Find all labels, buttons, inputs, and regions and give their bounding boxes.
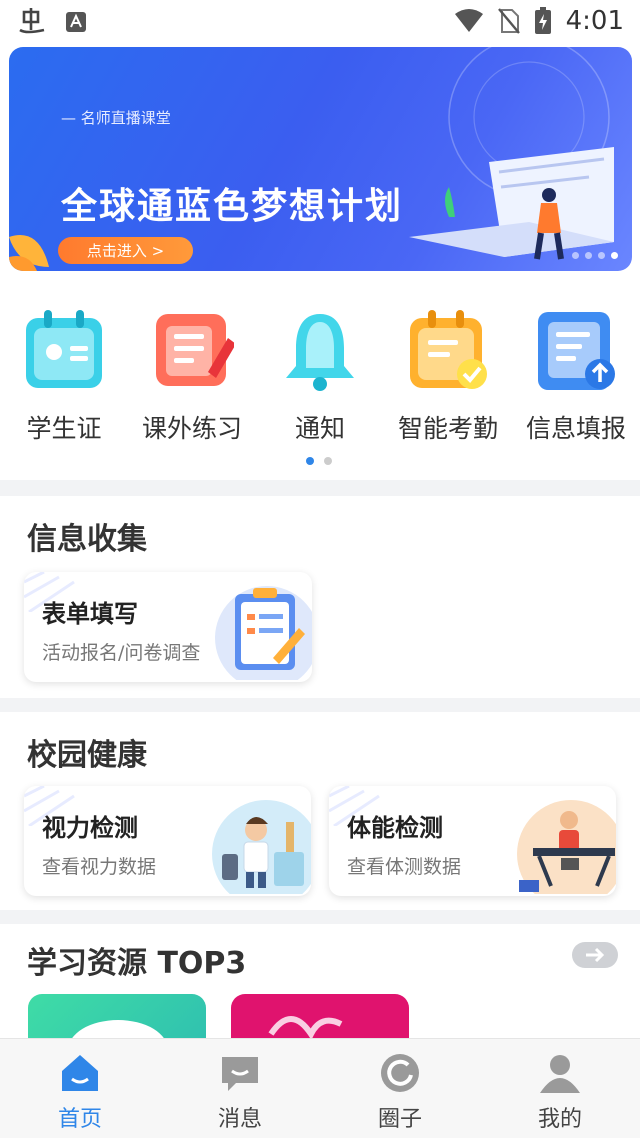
card-title: 视力检测	[42, 814, 138, 842]
fitness-test-card[interactable]: 体能检测 查看体测数据	[329, 786, 616, 896]
laptop-illustration	[409, 47, 614, 260]
info-upload-icon	[538, 312, 615, 390]
banner-enter-button[interactable]: 点击进入 >	[58, 237, 193, 264]
card-title: 表单填写	[42, 600, 138, 628]
tab-label: 消息	[217, 1107, 262, 1132]
vision-test-card[interactable]: 视力检测 查看视力数据	[24, 786, 311, 896]
card-subtitle: 查看体测数据	[347, 856, 462, 878]
section-title: 信息收集	[27, 522, 147, 557]
pager-dot	[324, 457, 332, 465]
store-notification-icon	[66, 12, 86, 32]
app-notification-icon	[19, 8, 45, 34]
bottom-tab-bar: 首页 消息 圈子 我的	[0, 1038, 640, 1138]
profile-icon	[540, 1055, 580, 1093]
tab-label: 我的	[537, 1107, 582, 1132]
quick-menu-student-id[interactable]: 学生证	[0, 308, 128, 445]
exercise-icon	[156, 314, 236, 386]
quick-menu-label: 学生证	[26, 414, 102, 443]
card-title: 体能检测	[347, 814, 443, 842]
quick-menu-pager	[306, 457, 332, 465]
quick-menu-label: 智能考勤	[397, 414, 498, 443]
info-collect-section: 信息收集 表单填写 活动报名/问卷调查	[0, 496, 640, 698]
wifi-icon	[454, 9, 483, 32]
pager-dot	[572, 252, 579, 259]
home-icon	[62, 1055, 98, 1091]
card-subtitle: 活动报名/问卷调查	[42, 642, 201, 664]
fitness-illustration	[517, 800, 616, 894]
tab-messages[interactable]: 消息	[160, 1039, 320, 1138]
clock: 4:01	[565, 6, 624, 36]
quick-menu-label: 通知	[294, 414, 345, 443]
tab-label: 首页	[57, 1107, 102, 1132]
quick-menu-label: 课外练习	[141, 414, 242, 443]
quick-menu-label: 信息填报	[525, 414, 626, 443]
tab-circle[interactable]: 圈子	[320, 1039, 480, 1138]
quick-menu-exercise[interactable]: 课外练习	[128, 308, 256, 445]
leaf-decoration	[9, 235, 49, 271]
message-icon	[222, 1057, 258, 1091]
quick-menu-info-upload[interactable]: 信息填报	[512, 308, 640, 445]
more-arrow-button[interactable]	[572, 942, 618, 968]
pager-dot	[585, 252, 592, 259]
quick-menu: 学生证 课外练习 通知 智能考勤 信息填报	[0, 308, 640, 448]
quick-menu-notice[interactable]: 通知	[256, 308, 384, 445]
no-sim-icon	[497, 8, 520, 34]
pager-dot-active	[611, 252, 618, 259]
card-subtitle: 查看视力数据	[42, 856, 157, 878]
banner-title: 全球通蓝色梦想计划	[61, 186, 404, 227]
section-title: 校园健康	[27, 738, 147, 773]
arrow-right-icon	[586, 947, 605, 963]
clipboard-illustration	[215, 586, 312, 680]
banner-pager	[572, 252, 618, 259]
promo-banner[interactable]: — 名师直播课堂 全球通蓝色梦想计划 点击进入 >	[9, 47, 632, 271]
battery-charging-icon	[534, 7, 551, 34]
attendance-icon	[410, 310, 487, 389]
student-id-icon	[26, 310, 102, 388]
pager-dot-active	[306, 457, 314, 465]
status-bar: 4:01	[0, 0, 640, 44]
tab-label: 圈子	[377, 1107, 422, 1132]
pager-dot	[598, 252, 605, 259]
banner-subtitle: — 名师直播课堂	[61, 109, 171, 127]
section-title: 学习资源 TOP3	[27, 946, 247, 981]
form-fill-card[interactable]: 表单填写 活动报名/问卷调查	[24, 572, 312, 682]
tab-profile[interactable]: 我的	[480, 1039, 640, 1138]
bell-icon	[286, 314, 354, 391]
doctor-illustration	[212, 800, 311, 894]
campus-health-section: 校园健康 视力检测 查看视力数据 体能检测 查看体测数据	[0, 712, 640, 910]
quick-menu-attendance[interactable]: 智能考勤	[384, 308, 512, 445]
tab-home[interactable]: 首页	[0, 1039, 160, 1138]
circle-icon	[381, 1054, 419, 1092]
